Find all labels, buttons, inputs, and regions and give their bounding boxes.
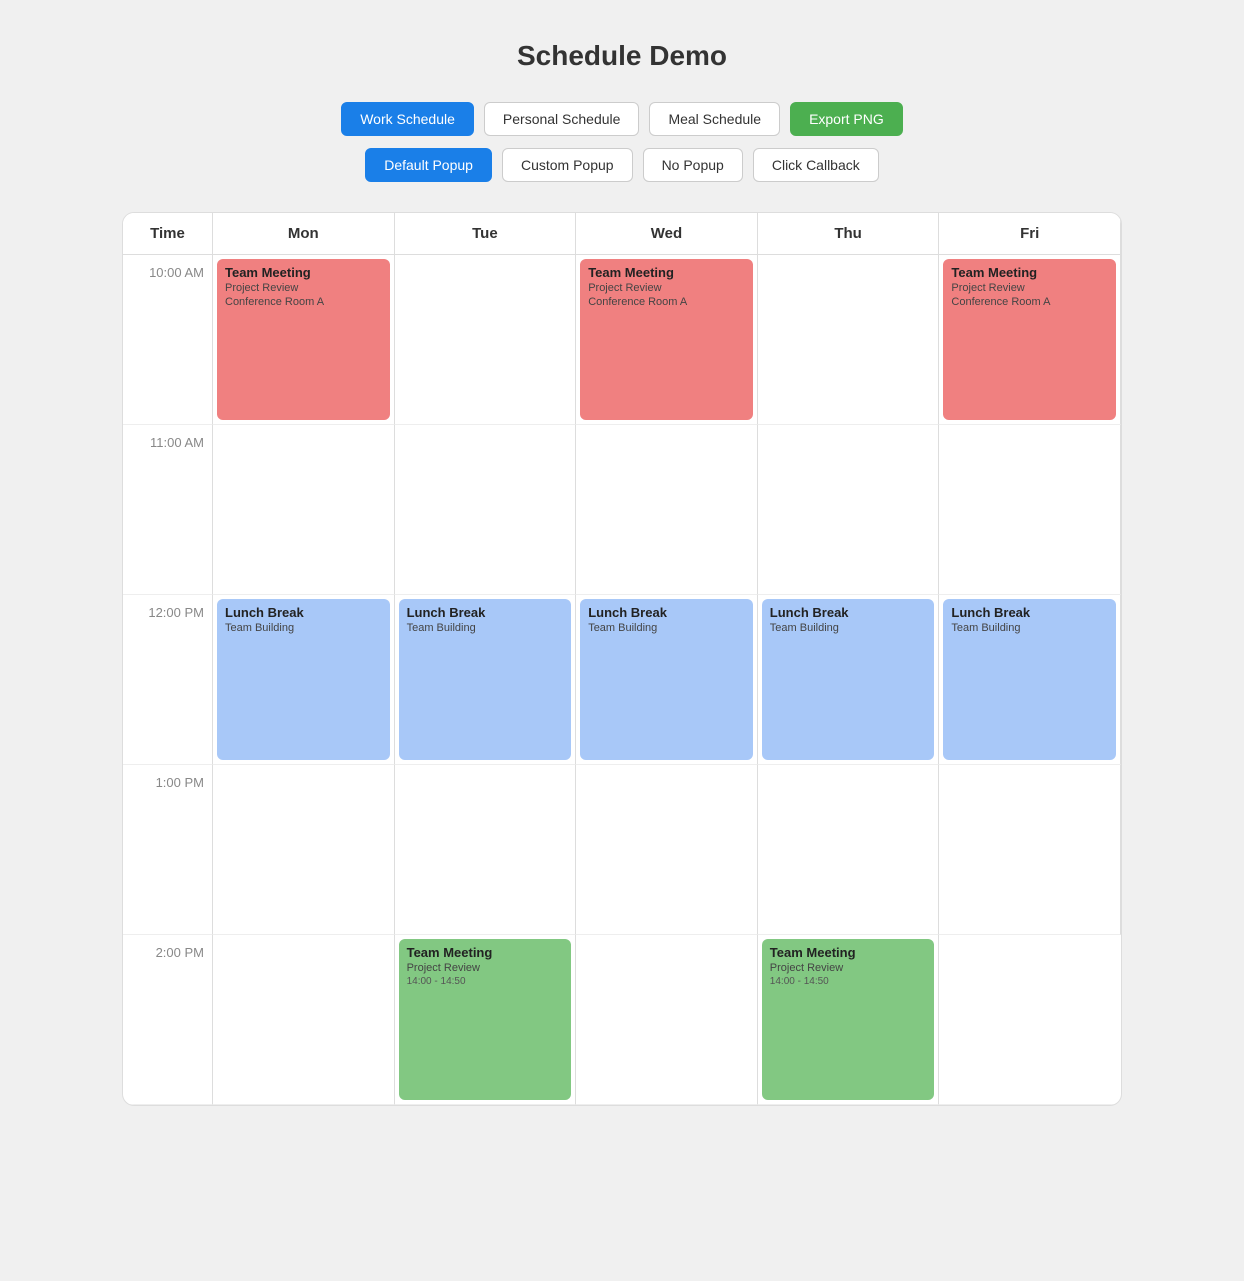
cal-cell-row4-mon <box>213 935 395 1105</box>
page-title: Schedule Demo <box>122 40 1122 72</box>
event-subtitle: Project Review <box>407 962 564 974</box>
no-popup-button[interactable]: No Popup <box>643 148 743 182</box>
event-title: Team Meeting <box>770 945 927 960</box>
cal-cell-row1-tue <box>395 425 577 595</box>
cal-cell-row1-mon <box>213 425 395 595</box>
cal-cell-row2-wed: Lunch Break Team Building <box>576 595 758 765</box>
event-title: Lunch Break <box>770 605 927 620</box>
cal-header-mon: Mon <box>213 213 395 255</box>
event-block[interactable]: Lunch Break Team Building <box>580 599 753 760</box>
work-schedule-button[interactable]: Work Schedule <box>341 102 474 136</box>
event-subtitle: Team Building <box>951 622 1108 634</box>
event-title: Lunch Break <box>588 605 745 620</box>
meal-schedule-button[interactable]: Meal Schedule <box>649 102 780 136</box>
event-block[interactable]: Team Meeting Project Review Conference Roo… <box>217 259 390 420</box>
event-detail: Conference Room A <box>225 296 382 308</box>
event-title: Lunch Break <box>225 605 382 620</box>
toolbar-row-2: Default Popup Custom Popup No Popup Click C… <box>365 148 879 182</box>
cal-cell-row4-thu: Team Meeting Project Review 14:00 - 14:50 <box>758 935 940 1105</box>
custom-popup-button[interactable]: Custom Popup <box>502 148 633 182</box>
event-subtitle: Project Review <box>588 282 745 294</box>
event-block[interactable]: Lunch Break Team Building <box>943 599 1116 760</box>
time-label-2: 12:00 PM <box>123 595 213 765</box>
cal-cell-row3-mon <box>213 765 395 935</box>
cal-cell-row3-wed <box>576 765 758 935</box>
cal-header-time: Time <box>123 213 213 255</box>
event-subtitle: Team Building <box>588 622 745 634</box>
event-detail: Conference Room A <box>951 296 1108 308</box>
event-block[interactable]: Team Meeting Project Review Conference Roo… <box>943 259 1116 420</box>
cal-cell-row2-tue: Lunch Break Team Building <box>395 595 577 765</box>
calendar-container: TimeMonTueWedThuFri 10:00 AM Team Meeting P… <box>122 212 1122 1106</box>
cal-cell-row3-thu <box>758 765 940 935</box>
event-detail: 14:00 - 14:50 <box>770 976 927 987</box>
cal-cell-row3-fri <box>939 765 1121 935</box>
event-title: Lunch Break <box>407 605 564 620</box>
event-block[interactable]: Lunch Break Team Building <box>399 599 572 760</box>
cal-header-thu: Thu <box>758 213 940 255</box>
cal-cell-row0-mon: Team Meeting Project Review Conference Roo… <box>213 255 395 425</box>
export-png-button[interactable]: Export PNG <box>790 102 903 136</box>
cal-cell-row0-fri: Team Meeting Project Review Conference Roo… <box>939 255 1121 425</box>
cal-header-fri: Fri <box>939 213 1121 255</box>
cal-cell-row2-fri: Lunch Break Team Building <box>939 595 1121 765</box>
cal-header-wed: Wed <box>576 213 758 255</box>
event-subtitle: Team Building <box>407 622 564 634</box>
cal-cell-row0-thu <box>758 255 940 425</box>
event-title: Team Meeting <box>225 265 382 280</box>
event-block[interactable]: Team Meeting Project Review 14:00 - 14:50 <box>399 939 572 1100</box>
event-block[interactable]: Lunch Break Team Building <box>217 599 390 760</box>
cal-cell-row4-wed <box>576 935 758 1105</box>
cal-header-tue: Tue <box>395 213 577 255</box>
event-subtitle: Project Review <box>951 282 1108 294</box>
cal-cell-row3-tue <box>395 765 577 935</box>
cal-cell-row1-thu <box>758 425 940 595</box>
cal-cell-row2-thu: Lunch Break Team Building <box>758 595 940 765</box>
cal-cell-row1-wed <box>576 425 758 595</box>
event-detail: Conference Room A <box>588 296 745 308</box>
cal-cell-row2-mon: Lunch Break Team Building <box>213 595 395 765</box>
time-label-1: 11:00 AM <box>123 425 213 595</box>
default-popup-button[interactable]: Default Popup <box>365 148 492 182</box>
toolbar-row-1: Work Schedule Personal Schedule Meal Sched… <box>341 102 903 136</box>
page-container: Schedule Demo Work Schedule Personal Sche… <box>122 40 1122 1106</box>
personal-schedule-button[interactable]: Personal Schedule <box>484 102 640 136</box>
event-subtitle: Team Building <box>770 622 927 634</box>
event-subtitle: Project Review <box>770 962 927 974</box>
cal-cell-row4-tue: Team Meeting Project Review 14:00 - 14:50 <box>395 935 577 1105</box>
cal-cell-row4-fri <box>939 935 1121 1105</box>
event-subtitle: Team Building <box>225 622 382 634</box>
event-block[interactable]: Team Meeting Project Review 14:00 - 14:50 <box>762 939 935 1100</box>
time-label-3: 1:00 PM <box>123 765 213 935</box>
event-detail: 14:00 - 14:50 <box>407 976 564 987</box>
calendar-grid: TimeMonTueWedThuFri 10:00 AM Team Meeting P… <box>123 213 1121 1105</box>
event-block[interactable]: Lunch Break Team Building <box>762 599 935 760</box>
event-title: Team Meeting <box>588 265 745 280</box>
cal-cell-row0-tue <box>395 255 577 425</box>
cal-cell-row0-wed: Team Meeting Project Review Conference Roo… <box>576 255 758 425</box>
toolbar: Work Schedule Personal Schedule Meal Sched… <box>122 102 1122 182</box>
event-title: Team Meeting <box>407 945 564 960</box>
event-title: Lunch Break <box>951 605 1108 620</box>
event-title: Team Meeting <box>951 265 1108 280</box>
time-label-0: 10:00 AM <box>123 255 213 425</box>
event-block[interactable]: Team Meeting Project Review Conference Roo… <box>580 259 753 420</box>
click-callback-button[interactable]: Click Callback <box>753 148 879 182</box>
time-label-4: 2:00 PM <box>123 935 213 1105</box>
event-subtitle: Project Review <box>225 282 382 294</box>
cal-cell-row1-fri <box>939 425 1121 595</box>
